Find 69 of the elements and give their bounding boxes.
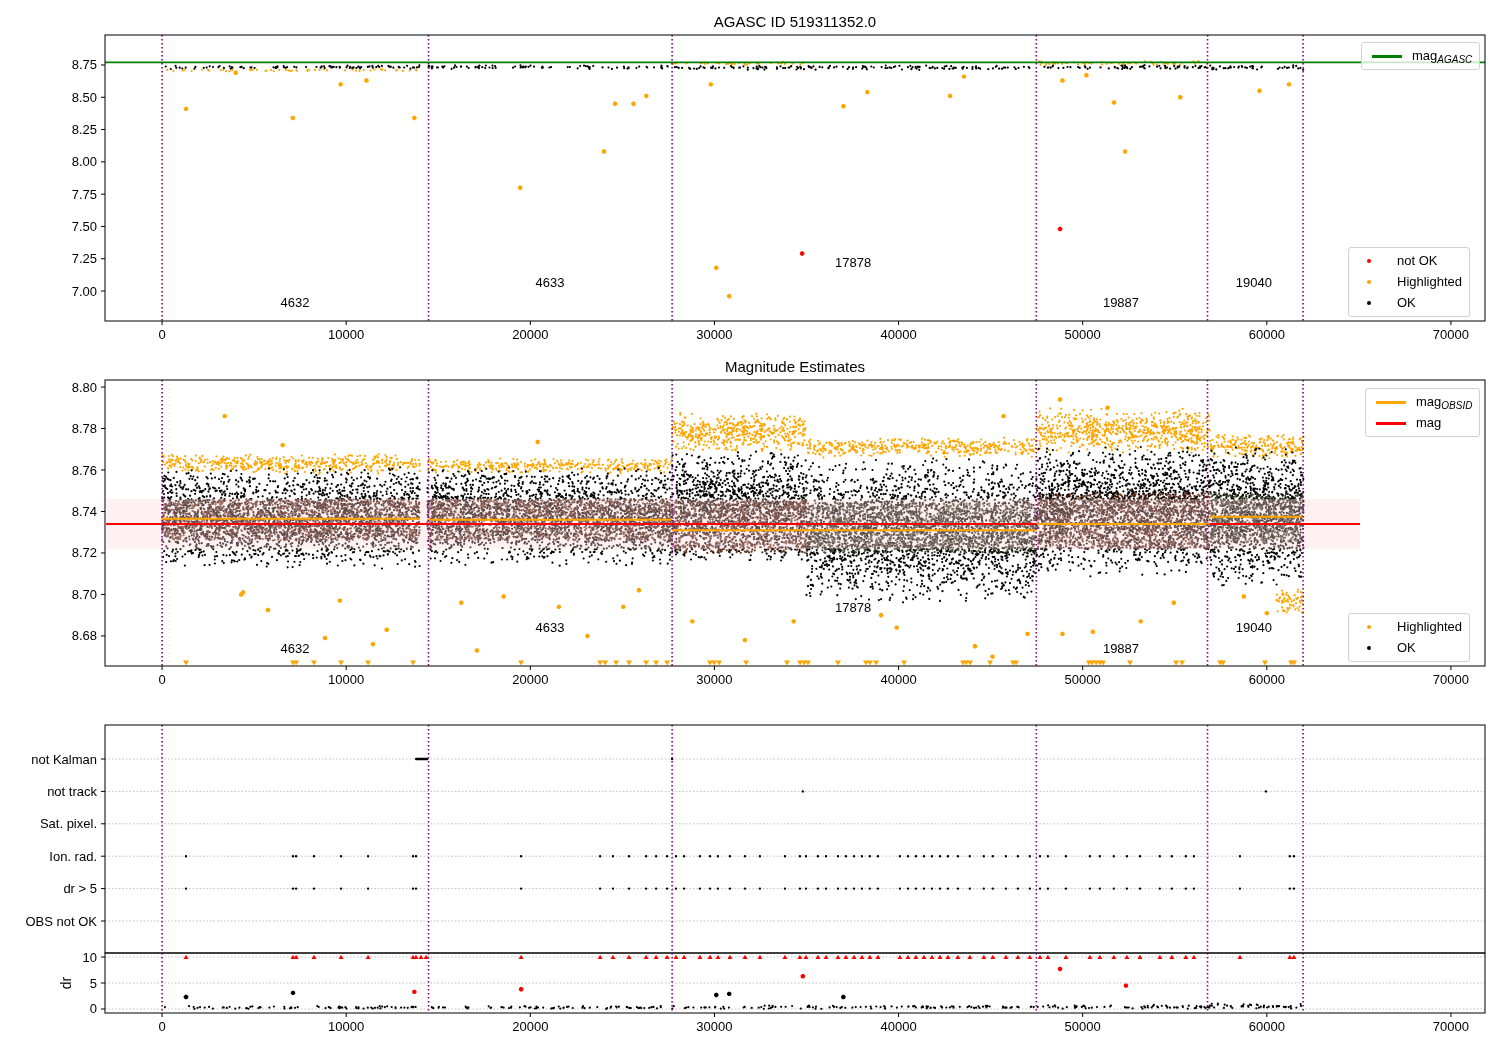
axis-tick-label: 30000 bbox=[696, 672, 733, 687]
obsid-label: 17878 bbox=[835, 599, 872, 615]
axis-tick-label: 10 bbox=[82, 949, 97, 965]
axis-tick-label: 40000 bbox=[880, 1019, 917, 1034]
legend-label: OK bbox=[1397, 294, 1417, 313]
obsid-label: 17878 bbox=[835, 255, 872, 271]
axis-tick-label: 60000 bbox=[1248, 672, 1285, 687]
axis-tick-label: 7.25 bbox=[71, 251, 97, 267]
axis-tick-label: 50000 bbox=[1064, 327, 1101, 342]
axis-tick-label: 70000 bbox=[1432, 672, 1469, 687]
axis-tick-label: 8.80 bbox=[71, 379, 97, 395]
axis-tick-label: 50000 bbox=[1064, 672, 1101, 687]
axis-tick-label: 8.76 bbox=[71, 462, 97, 478]
axis-tick-label: 70000 bbox=[1432, 1019, 1469, 1034]
axis-tick-label: 8.75 bbox=[71, 57, 97, 73]
obsid-label: 19887 bbox=[1102, 640, 1140, 656]
legend-label: mag bbox=[1416, 414, 1443, 433]
axis-tick-label: 8.00 bbox=[71, 154, 97, 170]
axis-tick-label: 7.50 bbox=[71, 218, 97, 234]
axis-tick-label: 0 bbox=[158, 672, 166, 687]
obsid-label: 19887 bbox=[1102, 295, 1140, 311]
chart-title: AGASC ID 519311352.0 bbox=[713, 13, 877, 30]
axis-tick-label: 7.00 bbox=[71, 283, 97, 299]
axis-tick-label: Sat. pixel. bbox=[39, 816, 97, 832]
axis-tick-label: 5 bbox=[89, 975, 97, 991]
legend-label: Highlighted bbox=[1397, 618, 1464, 637]
axis-tick-label: 40000 bbox=[880, 672, 917, 687]
axis-tick-label: 20000 bbox=[512, 1019, 549, 1034]
axis-tick-label: 8.25 bbox=[71, 122, 97, 138]
axis-tick-label: 0 bbox=[89, 1001, 97, 1017]
axis-tick-label: 10000 bbox=[328, 1019, 365, 1034]
axis-tick-label: 10000 bbox=[328, 327, 365, 342]
axis-tick-label: 60000 bbox=[1248, 1019, 1285, 1034]
axis-tick-label: 8.78 bbox=[71, 421, 97, 437]
axis-tick-label: 0 bbox=[158, 327, 166, 342]
legend-label: not OK bbox=[1397, 252, 1439, 271]
axis-tick-label: 8.50 bbox=[71, 89, 97, 105]
obsid-label: 19040 bbox=[1235, 275, 1272, 291]
obsid-label: 4633 bbox=[535, 275, 565, 291]
axis-label: dr bbox=[58, 976, 74, 990]
legend-label: mag$_{OBSID}$ bbox=[1416, 393, 1474, 412]
legend-label: OK bbox=[1397, 639, 1417, 658]
axis-tick-label: 8.74 bbox=[71, 504, 97, 519]
axis-tick-label: 20000 bbox=[512, 327, 549, 342]
obsid-label: 4632 bbox=[280, 640, 310, 656]
axis-tick-label: 7.75 bbox=[71, 186, 97, 202]
axis-tick-label: 50000 bbox=[1064, 1019, 1101, 1034]
legend-label: Highlighted bbox=[1397, 273, 1464, 292]
axis-tick-label: 40000 bbox=[880, 327, 917, 342]
axis-tick-label: 8.68 bbox=[71, 628, 97, 644]
axis-tick-label: not track bbox=[47, 783, 97, 799]
axis-tick-label: not Kalman bbox=[31, 751, 97, 767]
axis-tick-label: OBS not OK bbox=[25, 913, 97, 929]
axis-tick-label: 8.70 bbox=[71, 586, 97, 602]
axis-tick-label: 70000 bbox=[1432, 327, 1469, 342]
obsid-label: 4632 bbox=[280, 295, 310, 311]
axis-tick-label: 8.72 bbox=[71, 545, 97, 561]
chart-title: Magnitude Estimates bbox=[724, 358, 866, 375]
axis-tick-label: 30000 bbox=[696, 1019, 733, 1034]
legend-label: mag$_{AGASC}$ bbox=[1412, 47, 1474, 66]
axis-tick-label: dr > 5 bbox=[63, 881, 97, 897]
obsid-label: 19040 bbox=[1235, 619, 1272, 635]
axis-tick-label: 0 bbox=[158, 1019, 166, 1034]
axis-tick-label: Ion. rad. bbox=[49, 848, 97, 864]
axis-tick-label: 20000 bbox=[512, 672, 549, 687]
axis-tick-label: 10000 bbox=[328, 672, 365, 687]
axis-tick-label: 30000 bbox=[696, 327, 733, 342]
axis-tick-label: 60000 bbox=[1248, 327, 1285, 342]
obsid-label: 4633 bbox=[535, 619, 565, 635]
